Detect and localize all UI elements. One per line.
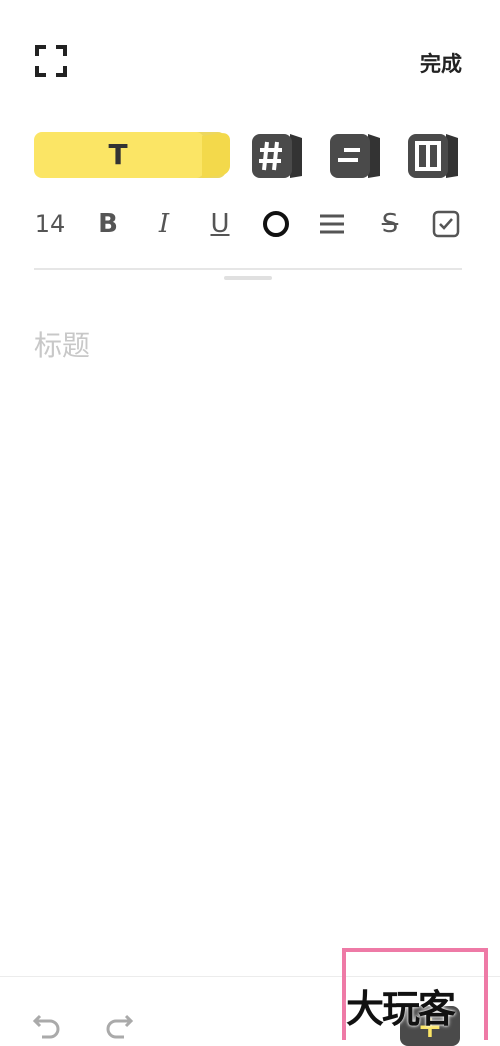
undo-button[interactable] xyxy=(32,1010,62,1040)
note-body-area[interactable] xyxy=(34,390,464,950)
text-style-tile[interactable]: T xyxy=(34,132,226,178)
checkbox-button[interactable] xyxy=(430,204,462,244)
list-style-tile[interactable] xyxy=(328,130,384,180)
checkbox-icon xyxy=(432,210,460,238)
undo-icon xyxy=(32,1014,60,1039)
drag-handle[interactable] xyxy=(224,276,272,280)
expand-corners-icon xyxy=(35,45,67,77)
layout-icon xyxy=(408,134,458,178)
font-size-button[interactable]: 14 xyxy=(34,204,66,244)
underline-button[interactable]: U xyxy=(204,204,236,244)
lines-icon xyxy=(330,134,380,178)
layout-style-tile[interactable] xyxy=(406,130,462,180)
align-lines-icon xyxy=(320,214,344,234)
hash-icon xyxy=(252,134,302,178)
strikethrough-button[interactable]: S xyxy=(374,204,406,244)
watermark-text: 大玩客 xyxy=(346,987,456,1031)
toolbar-divider xyxy=(34,268,462,270)
text-style-label: T xyxy=(108,138,128,171)
title-input[interactable] xyxy=(34,322,464,368)
text-color-button[interactable] xyxy=(260,204,292,244)
tag-style-tile[interactable] xyxy=(250,130,306,180)
note-style-selector: T xyxy=(34,128,466,182)
done-button[interactable]: 完成 xyxy=(420,48,462,78)
format-toolbar: 14 B I U S xyxy=(34,204,466,244)
fullscreen-button[interactable] xyxy=(34,44,68,78)
italic-button[interactable]: I xyxy=(148,204,180,244)
bold-button[interactable]: B xyxy=(92,204,124,244)
color-circle-icon xyxy=(263,211,289,237)
redo-icon xyxy=(106,1014,134,1039)
redo-button[interactable] xyxy=(104,1010,134,1040)
align-button[interactable] xyxy=(316,204,348,244)
